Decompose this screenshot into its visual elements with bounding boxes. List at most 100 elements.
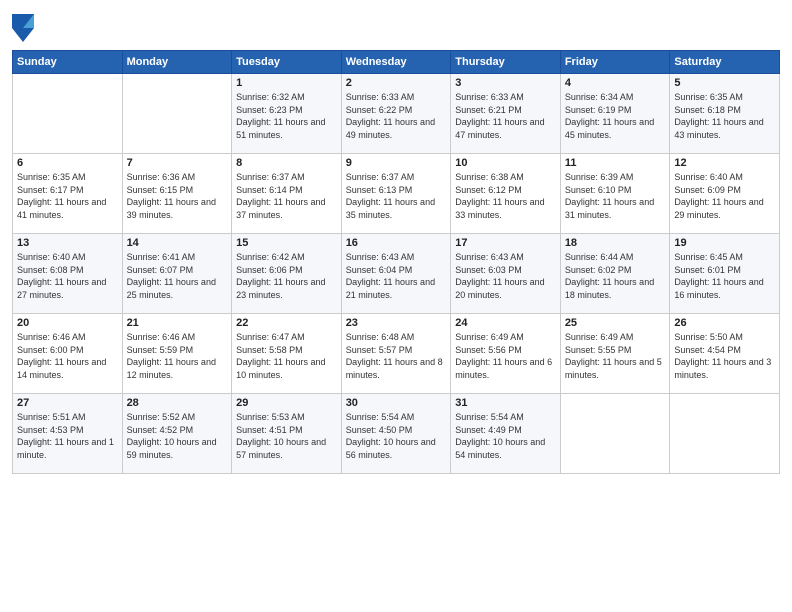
day-number: 2: [346, 77, 447, 89]
calendar-cell: 10 Sunrise: 6:38 AMSunset: 6:12 PMDayligh…: [451, 154, 561, 234]
logo-icon: [12, 14, 34, 42]
day-detail: Sunrise: 6:37 AMSunset: 6:14 PMDaylight:…: [236, 171, 337, 221]
calendar-cell: [13, 74, 123, 154]
day-detail: Sunrise: 5:50 AMSunset: 4:54 PMDaylight:…: [674, 331, 775, 381]
calendar-cell: 26 Sunrise: 5:50 AMSunset: 4:54 PMDayligh…: [670, 314, 780, 394]
calendar-cell: 21 Sunrise: 6:46 AMSunset: 5:59 PMDayligh…: [122, 314, 232, 394]
day-number: 15: [236, 237, 337, 249]
day-of-week-header: Friday: [560, 51, 670, 74]
calendar-body: 1 Sunrise: 6:32 AMSunset: 6:23 PMDaylight…: [13, 74, 780, 474]
header: [12, 10, 780, 42]
calendar-cell: 16 Sunrise: 6:43 AMSunset: 6:04 PMDayligh…: [341, 234, 451, 314]
day-number: 29: [236, 397, 337, 409]
calendar-cell: 12 Sunrise: 6:40 AMSunset: 6:09 PMDayligh…: [670, 154, 780, 234]
calendar-cell: 19Sunrise: 6:45 AMSunset: 6:01 PMDayligh…: [670, 234, 780, 314]
day-detail: Sunrise: 6:33 AMSunset: 6:22 PMDaylight:…: [346, 91, 447, 141]
calendar-cell: 9Sunrise: 6:37 AMSunset: 6:13 PMDaylight…: [341, 154, 451, 234]
header-row: SundayMondayTuesdayWednesdayThursdayFrid…: [13, 51, 780, 74]
calendar-cell: 13 Sunrise: 6:40 AMSunset: 6:08 PMDayligh…: [13, 234, 123, 314]
day-detail: Sunrise: 5:54 AMSunset: 4:49 PMDaylight:…: [455, 411, 556, 461]
day-detail: Sunrise: 6:39 AMSunset: 6:10 PMDaylight:…: [565, 171, 666, 221]
calendar-cell: 2 Sunrise: 6:33 AMSunset: 6:22 PMDaylight…: [341, 74, 451, 154]
day-number: 22: [236, 317, 337, 329]
calendar-cell: 30Sunrise: 5:54 AMSunset: 4:50 PMDayligh…: [341, 394, 451, 474]
day-number: 28: [127, 397, 228, 409]
day-number: 23: [346, 317, 447, 329]
calendar-header: SundayMondayTuesdayWednesdayThursdayFrid…: [13, 51, 780, 74]
calendar-week-row: 6 Sunrise: 6:35 AMSunset: 6:17 PMDaylight…: [13, 154, 780, 234]
day-number: 8: [236, 157, 337, 169]
day-of-week-header: Monday: [122, 51, 232, 74]
calendar-week-row: 13 Sunrise: 6:40 AMSunset: 6:08 PMDayligh…: [13, 234, 780, 314]
day-number: 20: [17, 317, 118, 329]
calendar-cell: 1 Sunrise: 6:32 AMSunset: 6:23 PMDaylight…: [232, 74, 342, 154]
calendar-cell: 11 Sunrise: 6:39 AMSunset: 6:10 PMDayligh…: [560, 154, 670, 234]
day-detail: Sunrise: 6:32 AMSunset: 6:23 PMDaylight:…: [236, 91, 337, 141]
day-detail: Sunrise: 6:34 AMSunset: 6:19 PMDaylight:…: [565, 91, 666, 141]
calendar-cell: 24 Sunrise: 6:49 AMSunset: 5:56 PMDayligh…: [451, 314, 561, 394]
calendar-cell: 23 Sunrise: 6:48 AMSunset: 5:57 PMDayligh…: [341, 314, 451, 394]
calendar-table: SundayMondayTuesdayWednesdayThursdayFrid…: [12, 50, 780, 474]
calendar-cell: [560, 394, 670, 474]
day-number: 6: [17, 157, 118, 169]
calendar-cell: 31 Sunrise: 5:54 AMSunset: 4:49 PMDayligh…: [451, 394, 561, 474]
day-detail: Sunrise: 6:44 AMSunset: 6:02 PMDaylight:…: [565, 251, 666, 301]
day-detail: Sunrise: 6:35 AMSunset: 6:18 PMDaylight:…: [674, 91, 775, 141]
calendar-cell: 17Sunrise: 6:43 AMSunset: 6:03 PMDayligh…: [451, 234, 561, 314]
day-of-week-header: Sunday: [13, 51, 123, 74]
calendar-cell: 8 Sunrise: 6:37 AMSunset: 6:14 PMDaylight…: [232, 154, 342, 234]
calendar-cell: [670, 394, 780, 474]
day-detail: Sunrise: 6:46 AMSunset: 6:00 PMDaylight:…: [17, 331, 118, 381]
day-number: 11: [565, 157, 666, 169]
calendar-week-row: 1 Sunrise: 6:32 AMSunset: 6:23 PMDaylight…: [13, 74, 780, 154]
day-number: 13: [17, 237, 118, 249]
day-detail: Sunrise: 6:43 AMSunset: 6:04 PMDaylight:…: [346, 251, 447, 301]
day-number: 10: [455, 157, 556, 169]
calendar-cell: 14 Sunrise: 6:41 AMSunset: 6:07 PMDayligh…: [122, 234, 232, 314]
day-number: 1: [236, 77, 337, 89]
day-detail: Sunrise: 6:41 AMSunset: 6:07 PMDaylight:…: [127, 251, 228, 301]
day-number: 7: [127, 157, 228, 169]
calendar-cell: 25Sunrise: 6:49 AMSunset: 5:55 PMDayligh…: [560, 314, 670, 394]
day-number: 24: [455, 317, 556, 329]
day-detail: Sunrise: 6:40 AMSunset: 6:08 PMDaylight:…: [17, 251, 118, 301]
day-number: 30: [346, 397, 447, 409]
day-number: 21: [127, 317, 228, 329]
day-detail: Sunrise: 6:40 AMSunset: 6:09 PMDaylight:…: [674, 171, 775, 221]
day-number: 16: [346, 237, 447, 249]
calendar-cell: 18 Sunrise: 6:44 AMSunset: 6:02 PMDayligh…: [560, 234, 670, 314]
day-number: 19: [674, 237, 775, 249]
calendar-cell: 5Sunrise: 6:35 AMSunset: 6:18 PMDaylight…: [670, 74, 780, 154]
calendar-cell: 4 Sunrise: 6:34 AMSunset: 6:19 PMDaylight…: [560, 74, 670, 154]
day-detail: Sunrise: 5:52 AMSunset: 4:52 PMDaylight:…: [127, 411, 228, 461]
day-detail: Sunrise: 5:51 AMSunset: 4:53 PMDaylight:…: [17, 411, 118, 461]
day-of-week-header: Tuesday: [232, 51, 342, 74]
day-number: 31: [455, 397, 556, 409]
calendar-cell: [122, 74, 232, 154]
calendar-cell: 28 Sunrise: 5:52 AMSunset: 4:52 PMDayligh…: [122, 394, 232, 474]
day-number: 4: [565, 77, 666, 89]
day-detail: Sunrise: 6:48 AMSunset: 5:57 PMDaylight:…: [346, 331, 447, 381]
day-detail: Sunrise: 6:42 AMSunset: 6:06 PMDaylight:…: [236, 251, 337, 301]
day-detail: Sunrise: 6:35 AMSunset: 6:17 PMDaylight:…: [17, 171, 118, 221]
calendar-cell: 3 Sunrise: 6:33 AMSunset: 6:21 PMDaylight…: [451, 74, 561, 154]
calendar-cell: 7 Sunrise: 6:36 AMSunset: 6:15 PMDaylight…: [122, 154, 232, 234]
day-detail: Sunrise: 6:46 AMSunset: 5:59 PMDaylight:…: [127, 331, 228, 381]
day-number: 25: [565, 317, 666, 329]
day-detail: Sunrise: 6:49 AMSunset: 5:56 PMDaylight:…: [455, 331, 556, 381]
logo: [12, 14, 38, 42]
day-number: 26: [674, 317, 775, 329]
day-detail: Sunrise: 6:38 AMSunset: 6:12 PMDaylight:…: [455, 171, 556, 221]
calendar-cell: 22Sunrise: 6:47 AMSunset: 5:58 PMDayligh…: [232, 314, 342, 394]
calendar-cell: 29Sunrise: 5:53 AMSunset: 4:51 PMDayligh…: [232, 394, 342, 474]
day-detail: Sunrise: 6:43 AMSunset: 6:03 PMDaylight:…: [455, 251, 556, 301]
calendar-week-row: 27Sunrise: 5:51 AMSunset: 4:53 PMDayligh…: [13, 394, 780, 474]
day-number: 18: [565, 237, 666, 249]
day-detail: Sunrise: 6:36 AMSunset: 6:15 PMDaylight:…: [127, 171, 228, 221]
day-number: 14: [127, 237, 228, 249]
day-detail: Sunrise: 6:33 AMSunset: 6:21 PMDaylight:…: [455, 91, 556, 141]
calendar-cell: 6 Sunrise: 6:35 AMSunset: 6:17 PMDaylight…: [13, 154, 123, 234]
day-number: 12: [674, 157, 775, 169]
day-number: 3: [455, 77, 556, 89]
calendar-container: SundayMondayTuesdayWednesdayThursdayFrid…: [0, 0, 792, 612]
